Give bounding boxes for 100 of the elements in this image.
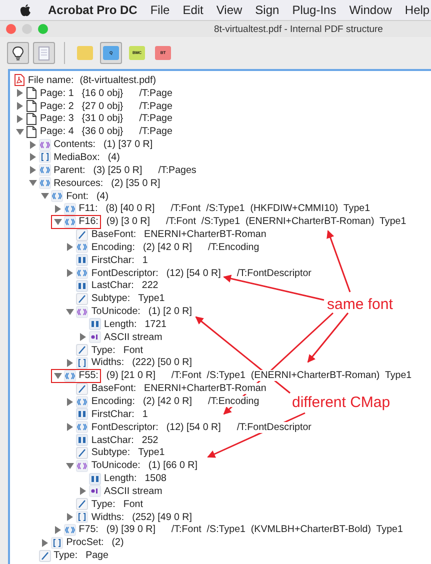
array-icon — [38, 151, 51, 164]
menu-item[interactable]: Window — [349, 3, 392, 17]
collapse-triangle-icon[interactable] — [16, 128, 24, 136]
node-label[interactable]: FontDescriptor: — [91, 422, 158, 433]
menu-item[interactable]: Plug-Ins — [292, 3, 336, 17]
dictionary-icon — [38, 164, 51, 176]
node-label[interactable]: BaseFont: — [91, 229, 136, 240]
collapse-triangle-icon[interactable] — [66, 308, 74, 316]
node-value: {16 0 obj} — [82, 88, 124, 99]
collapse-triangle-icon[interactable] — [66, 462, 74, 470]
expand-triangle-icon[interactable] — [66, 269, 74, 278]
expand-triangle-icon[interactable] — [66, 423, 74, 432]
node-label[interactable]: File name: — [28, 74, 74, 86]
node-label[interactable]: FirstChar: — [91, 408, 134, 420]
menu-item[interactable]: File — [150, 3, 170, 17]
name-icon — [76, 446, 88, 459]
menu-item[interactable]: Edit — [182, 3, 204, 17]
node-label[interactable]: Page: 4 — [40, 126, 74, 138]
collapse-triangle-icon[interactable] — [54, 372, 62, 380]
node-label[interactable]: ProcSet: — [66, 537, 104, 548]
close-button[interactable] — [6, 24, 16, 34]
dictionary-icon — [64, 216, 76, 228]
node-label[interactable]: ASCII stream — [104, 332, 162, 343]
node-label[interactable]: MediaBox: — [54, 152, 100, 163]
node-value: Font — [123, 344, 143, 356]
stream-icon — [89, 331, 101, 344]
node-label[interactable]: ToUnicode: — [91, 306, 140, 318]
node-label[interactable]: LastChar: — [91, 434, 134, 446]
array-icon — [76, 356, 88, 369]
number-icon — [76, 280, 88, 292]
node-label[interactable]: Subtype: — [91, 447, 130, 458]
number-icon — [89, 472, 101, 485]
node-label[interactable]: Length: — [104, 473, 137, 484]
dictionary-icon — [64, 524, 76, 536]
expand-triangle-icon[interactable] — [79, 487, 87, 496]
node-value: (12) [54 0 R] — [166, 268, 221, 279]
node-label[interactable]: F75: — [78, 524, 98, 536]
node-label[interactable]: Subtype: — [91, 293, 130, 304]
expand-triangle-icon[interactable] — [54, 204, 62, 213]
collapse-triangle-icon[interactable] — [54, 218, 62, 226]
expand-triangle-icon[interactable] — [66, 398, 74, 406]
node-label[interactable]: Page: 3 — [40, 113, 74, 124]
node-label[interactable]: LastChar: — [91, 280, 134, 292]
node-type: /T:Page — [139, 113, 172, 124]
dictionary-icon — [64, 370, 76, 382]
node-label[interactable]: Parent: — [54, 164, 86, 176]
node-type: /T:Encoding — [208, 242, 260, 253]
expand-triangle-icon[interactable] — [66, 358, 74, 367]
node-label[interactable]: Type: — [91, 498, 116, 510]
node-value: (2) — [112, 537, 124, 548]
node-label[interactable]: Resources: — [54, 178, 104, 189]
node-label[interactable]: Widths: — [91, 512, 124, 523]
annotation-label: different CMap — [292, 394, 390, 411]
node-label[interactable]: Page: 2 — [40, 100, 74, 112]
name-icon — [76, 228, 88, 241]
node-value: (2) [35 0 R] — [111, 178, 160, 189]
name-icon — [76, 382, 88, 395]
node-value: (222) [50 0 R] — [132, 357, 192, 368]
lightbulb-button[interactable] — [7, 42, 29, 64]
node-label[interactable]: FirstChar: — [91, 254, 134, 266]
node-label[interactable]: ASCII stream — [104, 486, 162, 497]
node-label[interactable]: Page: 1 — [40, 88, 74, 99]
expand-triangle-icon[interactable] — [79, 333, 87, 342]
menu-item[interactable]: View — [216, 3, 242, 17]
dictionary-icon — [64, 202, 76, 215]
app-name-menu[interactable]: Acrobat Pro DC — [48, 3, 138, 17]
pdf-file-icon — [14, 74, 25, 86]
node-label[interactable]: Encoding: — [91, 242, 135, 253]
node-value: 1508 — [144, 473, 166, 484]
node-value: (12) [54 0 R] — [166, 422, 221, 433]
node-label[interactable]: Contents: — [54, 139, 96, 150]
node-label[interactable]: FontDescriptor: — [91, 268, 158, 279]
menu-item[interactable]: Help — [404, 3, 430, 17]
node-label[interactable]: Font: — [66, 190, 89, 202]
node-value: Type1 — [138, 447, 165, 458]
node-value: (9) [3 0 R] — [106, 216, 150, 228]
node-label[interactable]: Encoding: — [91, 396, 135, 408]
apple-logo-icon[interactable] — [20, 4, 31, 16]
node-type: /T:Page — [139, 126, 172, 138]
node-type: /T:Page — [139, 88, 172, 99]
node-label[interactable]: F55: — [78, 370, 98, 382]
expand-triangle-icon[interactable] — [66, 243, 74, 252]
node-value: (8t-virtualtest.pdf) — [80, 74, 156, 86]
node-value: 1721 — [144, 318, 166, 330]
node-value: Font — [123, 498, 143, 510]
node-value: (2) [42 0 R] — [142, 396, 192, 408]
node-label[interactable]: BaseFont: — [91, 383, 136, 394]
menu-item[interactable]: Sign — [255, 3, 280, 17]
node-value: (1) [2 0 R] — [148, 306, 192, 318]
number-icon — [89, 318, 101, 330]
node-label[interactable]: Type: — [54, 550, 78, 562]
dictionary-icon — [76, 267, 88, 280]
node-label[interactable]: ToUnicode: — [91, 460, 140, 472]
node-label[interactable]: F16: — [78, 216, 98, 228]
name-icon — [76, 498, 88, 510]
node-label[interactable]: Widths: — [91, 357, 124, 368]
node-label[interactable]: Length: — [104, 318, 137, 330]
node-type: /T:Encoding — [208, 396, 260, 408]
node-value: Page — [86, 550, 108, 562]
node-label[interactable]: Type: — [91, 344, 116, 356]
